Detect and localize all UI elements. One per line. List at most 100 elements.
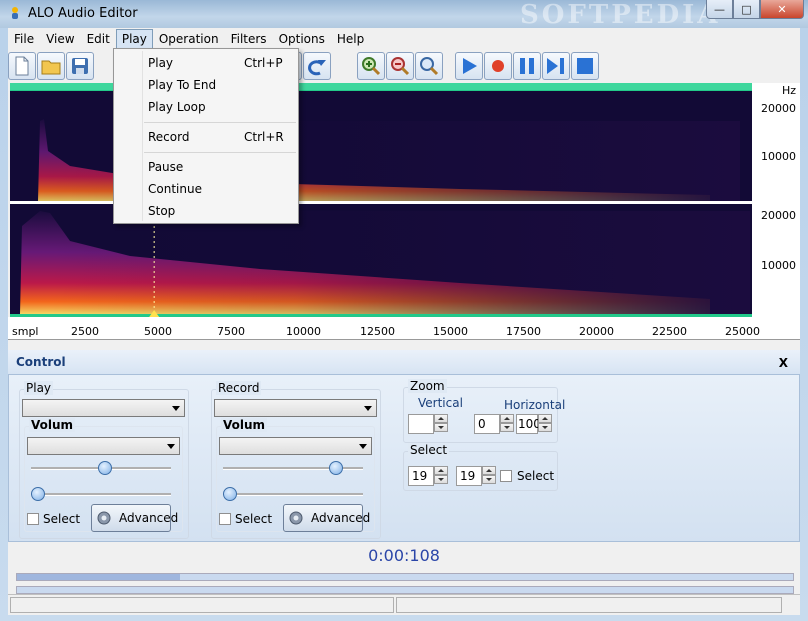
zoom-out-icon: [391, 57, 410, 76]
new-file-button[interactable]: [8, 52, 36, 80]
play-icon: [463, 58, 477, 74]
menu-item-play-loop[interactable]: Play Loop: [148, 100, 206, 114]
x-unit-label: smpl: [12, 325, 39, 338]
save-button[interactable]: [66, 52, 94, 80]
select-from-spinner[interactable]: [434, 466, 448, 486]
menu-shortcut-play: Ctrl+P: [244, 56, 283, 70]
zoom-vertical-spinner[interactable]: [434, 414, 448, 434]
play-volume-group: Volum Select Advanced: [24, 418, 183, 532]
play-button[interactable]: [455, 52, 483, 80]
open-button[interactable]: [37, 52, 65, 80]
open-folder-icon: [41, 60, 61, 75]
pause-button[interactable]: [513, 52, 541, 80]
control-panel-close-button[interactable]: X: [779, 356, 788, 370]
record-balance-slider-track[interactable]: [223, 493, 363, 496]
control-panel-title: Control: [16, 355, 66, 369]
close-button[interactable]: ✕: [760, 0, 804, 19]
record-volume-source-select[interactable]: [219, 437, 372, 455]
select-from-input[interactable]: 19: [408, 466, 434, 486]
zoom-horizontal-to-input[interactable]: 100: [516, 414, 541, 434]
play-group: Play Volum Select Advanced: [19, 381, 189, 539]
select-checkbox[interactable]: [500, 470, 512, 482]
menu-view[interactable]: View: [40, 29, 80, 49]
play-balance-slider-thumb[interactable]: [31, 487, 45, 501]
status-segment-2: [396, 597, 782, 613]
play-to-end-button[interactable]: [542, 52, 570, 80]
x-tick: 5000: [144, 325, 172, 338]
stop-icon: [577, 58, 593, 74]
ch1-tick-10000: 10000: [761, 150, 796, 163]
zoom-horizontal-from-input[interactable]: 0: [474, 414, 500, 434]
menu-play[interactable]: Play: [115, 29, 153, 49]
select-to-input[interactable]: 19: [456, 466, 482, 486]
menu-operation[interactable]: Operation: [153, 29, 225, 49]
menu-item-play[interactable]: Play: [148, 56, 173, 70]
menu-item-record[interactable]: Record: [148, 130, 189, 144]
x-tick: 25000: [725, 325, 760, 338]
play-advanced-label: Advanced: [119, 511, 179, 525]
zoom-fit-button[interactable]: [415, 52, 443, 80]
play-advanced-button[interactable]: Advanced: [91, 504, 178, 532]
frequency-axis: Hz 20000 10000 20000 10000: [752, 83, 800, 317]
x-tick: 22500: [652, 325, 687, 338]
new-file-icon: [15, 56, 29, 76]
play-balance-slider-track[interactable]: [31, 493, 171, 496]
menu-options[interactable]: Options: [273, 29, 331, 49]
ch2-tick-10000: 10000: [761, 259, 796, 272]
watermark: SOFTPEDIA: [520, 0, 721, 30]
record-button[interactable]: [484, 52, 512, 80]
title-bar: ALO Audio Editor SOFTPEDIA — □ ✕: [0, 0, 808, 30]
minimize-button[interactable]: —: [706, 0, 733, 19]
control-panel: Play Volum Select Advanced Record Volum …: [8, 374, 800, 542]
menu-file[interactable]: File: [8, 29, 40, 49]
x-tick: 7500: [217, 325, 245, 338]
menu-item-continue[interactable]: Continue: [148, 182, 202, 196]
record-group: Record Volum Select Advanced: [211, 381, 381, 539]
play-menu-dropdown: Play Ctrl+P Play To End Play Loop Record…: [113, 48, 299, 224]
zoom-group: Zoom Vertical Horizontal 0 100: [403, 379, 565, 443]
menu-separator: [144, 122, 296, 123]
zoom-vertical-input[interactable]: [408, 414, 434, 434]
play-volume-source-select[interactable]: [27, 437, 180, 455]
record-volume-slider-thumb[interactable]: [328, 461, 343, 475]
play-device-select[interactable]: [22, 399, 185, 417]
select-group-label: Select: [408, 443, 450, 457]
ch1-tick-20000: 20000: [761, 102, 796, 115]
position-bar[interactable]: [16, 573, 794, 581]
gear-icon: [289, 511, 303, 525]
menu-item-play-to-end[interactable]: Play To End: [148, 78, 216, 92]
play-select-checkbox[interactable]: [27, 513, 39, 525]
zoom-horizontal-from-spinner[interactable]: [500, 414, 514, 434]
control-panel-header: Control X: [8, 350, 800, 374]
time-display: 0:00:108: [368, 546, 440, 565]
menu-help[interactable]: Help: [331, 29, 370, 49]
menu-filters[interactable]: Filters: [225, 29, 273, 49]
record-group-label: Record: [216, 381, 262, 395]
x-tick: 17500: [506, 325, 541, 338]
record-device-select[interactable]: [214, 399, 377, 417]
play-volume-slider-thumb[interactable]: [97, 461, 112, 475]
zoom-out-button[interactable]: [386, 52, 414, 80]
app-icon: [12, 7, 18, 19]
record-advanced-button[interactable]: Advanced: [283, 504, 370, 532]
play-group-label: Play: [24, 381, 54, 395]
menu-item-pause[interactable]: Pause: [148, 160, 183, 174]
menu-item-stop[interactable]: Stop: [148, 204, 175, 218]
select-to-spinner[interactable]: [482, 466, 496, 486]
stop-button[interactable]: [571, 52, 599, 80]
chevron-down-icon: [359, 444, 367, 449]
redo-icon: [308, 60, 326, 76]
sample-axis: smpl 2500 5000 7500 10000 12500 15000 17…: [8, 317, 800, 340]
menu-separator: [144, 152, 296, 153]
close-icon: ✕: [777, 2, 787, 16]
save-icon: [72, 58, 88, 74]
maximize-button[interactable]: □: [733, 0, 760, 19]
zoom-horizontal-to-spinner[interactable]: [538, 414, 552, 434]
record-select-checkbox[interactable]: [219, 513, 231, 525]
record-balance-slider-thumb[interactable]: [223, 487, 237, 501]
ch2-tick-20000: 20000: [761, 209, 796, 222]
secondary-position-bar[interactable]: [16, 586, 794, 594]
zoom-in-button[interactable]: [357, 52, 385, 80]
menu-edit[interactable]: Edit: [81, 29, 116, 49]
redo-button[interactable]: [303, 52, 331, 80]
